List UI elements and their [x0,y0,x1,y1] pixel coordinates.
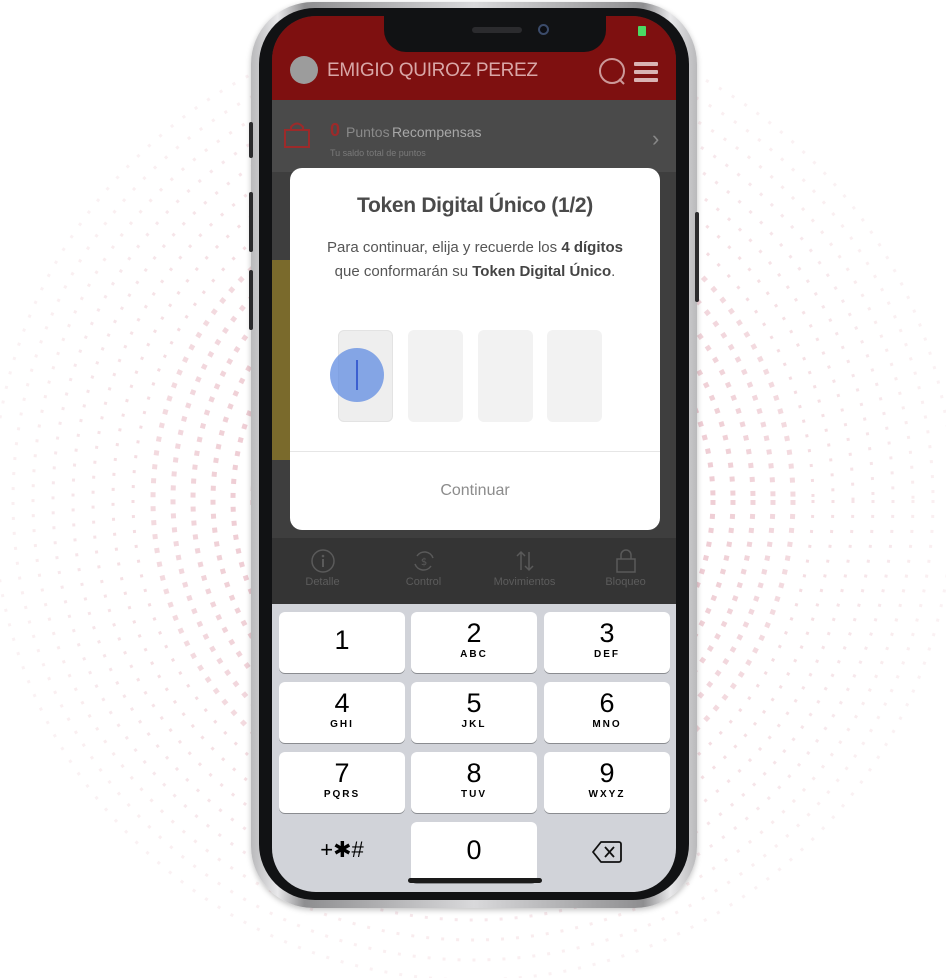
key-6[interactable]: 6 MNO [544,682,670,743]
tab-label: Detalle [305,576,340,588]
key-digit: 9 [599,758,615,788]
key-digit: 1 [334,625,350,655]
key-digit: 4 [334,688,350,718]
key-digit: 6 [599,688,615,718]
card-preview [272,260,292,460]
transfer-arrows-icon [515,550,534,572]
avatar[interactable] [290,56,318,84]
dialog-message: Para continuar, elija y recuerde los 4 d… [306,236,644,284]
key-delete[interactable] [544,822,670,883]
key-letters: PQRS [323,789,361,800]
tab-movimientos[interactable]: Movimientos [474,538,575,604]
continue-button[interactable]: Continuar [290,452,660,530]
shopping-bag-icon [284,122,310,148]
mute-switch [249,122,253,158]
key-digit: 3 [599,618,615,648]
key-3[interactable]: 3 DEF [544,612,670,673]
key-4[interactable]: 4 GHI [279,682,405,743]
key-digit: 2 [466,618,482,648]
key-digit: 8 [466,758,482,788]
message-text: . [611,263,616,280]
key-digit: 7 [334,758,350,788]
key-letters: JKL [461,719,487,730]
key-0[interactable]: 0 [411,822,537,883]
text-caret [356,360,358,390]
tab-label: Control [405,576,442,588]
token-dialog: Token Digital Único (1/2) Para continuar… [290,168,660,530]
key-7[interactable]: 7 PQRS [279,752,405,813]
rewards-label: Recompensas [392,124,482,140]
money-cycle-icon: $ [413,551,434,571]
menu-icon[interactable] [632,58,660,86]
rewards-row[interactable]: 0 Puntos Recompensas Tu saldo total de p… [272,100,676,172]
tab-bloqueo[interactable]: Bloqueo [575,538,676,604]
key-letters: TUV [461,789,487,800]
message-text: Para continuar, elija y recuerde los [327,239,562,256]
volume-up-button [249,192,253,252]
key-letters: GHI [330,719,354,730]
points-count: 0 [330,120,341,140]
key-digit: 0 [466,835,482,865]
backspace-icon [592,841,622,863]
battery-icon [638,26,646,36]
key-letters: WXYZ [588,789,626,800]
tab-label: Bloqueo [605,576,646,588]
message-text: que conformarán su [334,263,473,280]
key-symbols-label: +✱# [320,837,364,862]
key-letters: DEF [594,649,620,660]
key-symbols[interactable]: +✱# [279,822,405,883]
token-digit-2[interactable] [408,330,463,422]
token-digit-4[interactable] [547,330,602,422]
chat-bubble-icon[interactable] [597,56,627,86]
tab-control[interactable]: $ Control [373,538,474,604]
key-2[interactable]: 2 ABC [411,612,537,673]
key-letters: ABC [460,649,488,660]
message-bold-digits: 4 dígitos [561,239,623,256]
token-digit-3[interactable] [478,330,533,422]
power-button [695,212,699,302]
tab-label: Movimientos [493,576,556,588]
message-bold-token: Token Digital Único [472,263,612,280]
home-indicator[interactable] [408,878,542,883]
user-name: EMIGIO QUIROZ PEREZ [327,60,538,81]
key-digit: 5 [466,688,482,718]
rewards-subtitle: Tu saldo total de puntos [330,148,426,158]
dialog-title: Token Digital Único (1/2) [357,194,593,217]
front-camera [538,24,549,35]
speaker [472,27,522,33]
key-letters: MNO [592,719,622,730]
chevron-right-icon: › [652,126,660,151]
points-label: Puntos [346,124,390,140]
bottom-tab-bar: Detalle $ Control Movimientos Bloqueo [272,538,676,604]
volume-down-button [249,270,253,330]
key-8[interactable]: 8 TUV [411,752,537,813]
notch [384,16,606,52]
tab-detalle[interactable]: Detalle [272,538,373,604]
touch-indicator [330,348,384,402]
info-icon [310,549,335,573]
key-5[interactable]: 5 JKL [411,682,537,743]
key-1[interactable]: 1 [279,612,405,673]
key-9[interactable]: 9 WXYZ [544,752,670,813]
numeric-keypad: 1 2 ABC 3 DEF 4 GHI 5 JKL 6 MNO 7 PQRS 8… [272,604,676,892]
lock-icon [615,549,636,573]
svg-text:$: $ [420,557,426,568]
